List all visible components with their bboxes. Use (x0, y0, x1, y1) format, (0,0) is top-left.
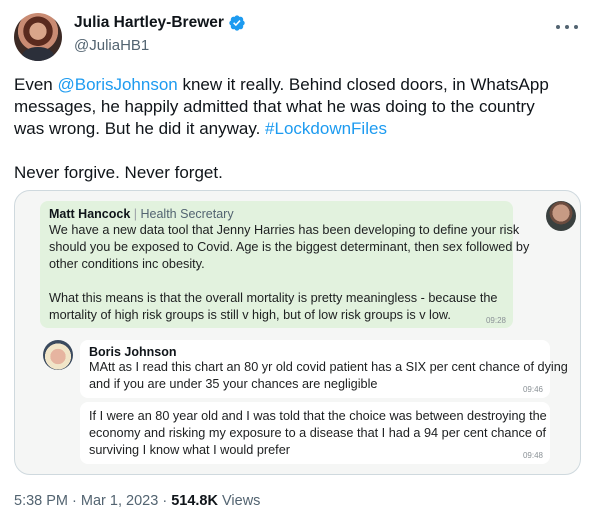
message-line: We have a new data tool that Jenny Harri… (49, 223, 520, 237)
message-line: MAtt as I read this chart an 80 yr old c… (89, 360, 568, 374)
tweet-text: Even @BorisJohnson knew it really. Behin… (14, 74, 584, 184)
message-time: 09:28 (485, 316, 506, 325)
message-line: What this means is that the overall mort… (49, 291, 498, 305)
message-line: and if you are under 35 your chances are… (89, 377, 378, 391)
message-line: If I were an 80 year old and I was told … (89, 409, 547, 423)
hancock-avatar (546, 201, 576, 231)
tweet-line-1: Even @BorisJohnson knew it really. Behin… (14, 75, 549, 94)
views-count[interactable]: 514.8K (171, 493, 218, 509)
message-sender: Matt Hancock | Health Secretary (49, 207, 234, 221)
tweet-line-3: was wrong. But he did it anyway. #Lockdo… (14, 119, 387, 138)
message-bubble-hancock: Matt Hancock | Health Secretary We have … (40, 201, 530, 328)
author-name-row: Julia Hartley-Brewer (74, 14, 246, 32)
hashtag-link[interactable]: #LockdownFiles (265, 119, 387, 138)
tweet-metadata: 5:38 PM · Mar 1, 2023 · 514.8K Views (14, 493, 260, 509)
tweet-date[interactable]: Mar 1, 2023 (81, 493, 158, 509)
message-line: should you be exposed to Covid. Age is t… (49, 240, 530, 254)
tweet-line-4: Never forgive. Never forget. (14, 163, 223, 182)
tweet-line-2: messages, he happily admitted that what … (14, 97, 535, 116)
tweet-time[interactable]: 5:38 PM (14, 493, 68, 509)
johnson-avatar (43, 340, 73, 370)
separator-dot: · (72, 493, 77, 509)
message-time: 09:48 (522, 451, 543, 460)
separator-dot: · (162, 493, 168, 509)
media-image[interactable]: Matt Hancock | Health Secretary We have … (14, 190, 581, 475)
author-handle[interactable]: @JuliaHB1 (74, 37, 149, 54)
message-line: mortality of high risk groups is still v… (49, 308, 451, 322)
message-sender: Boris Johnson (89, 345, 177, 359)
more-options-icon[interactable] (556, 18, 578, 36)
author-avatar[interactable] (14, 13, 62, 61)
tweet: Julia Hartley-Brewer @JuliaHB1 Even @Bor… (0, 0, 599, 521)
views-label: Views (217, 493, 261, 509)
message-bubble-johnson-2: If I were an 80 year old and I was told … (80, 402, 550, 464)
message-line: other conditions inc obesity. (49, 257, 205, 271)
message-line: surviving I know what I would prefer (89, 443, 290, 457)
mention-link[interactable]: @BorisJohnson (57, 75, 177, 94)
verified-badge-icon (229, 15, 245, 31)
message-bubble-johnson-1: Boris Johnson MAtt as I read this chart … (80, 340, 568, 398)
message-time: 09:46 (522, 385, 543, 394)
message-line: economy and risking my exposure to a dis… (89, 426, 547, 440)
author-display-name[interactable]: Julia Hartley-Brewer (74, 14, 224, 32)
